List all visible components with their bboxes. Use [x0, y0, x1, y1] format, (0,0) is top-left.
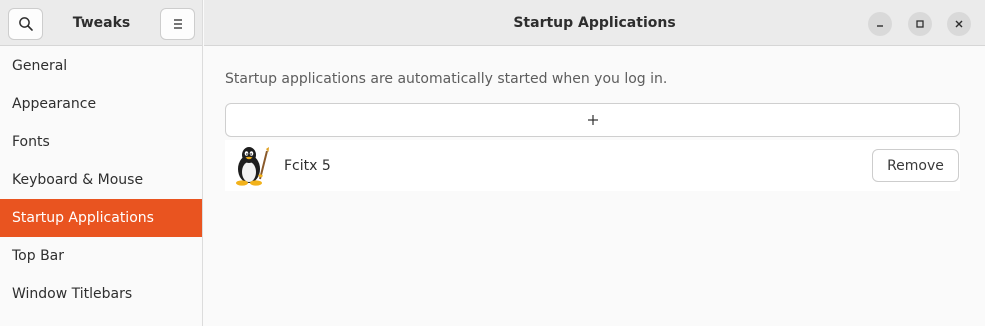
- sidebar-header: Tweaks: [0, 0, 202, 46]
- sidebar-item-top-bar[interactable]: Top Bar: [0, 237, 202, 275]
- search-icon: [18, 17, 33, 31]
- sidebar: Tweaks General Appearance Fonts Keyboard…: [0, 0, 203, 326]
- sidebar-item-fonts[interactable]: Fonts: [0, 123, 202, 161]
- add-startup-app-button[interactable]: [225, 103, 960, 137]
- tweaks-window: Tweaks General Appearance Fonts Keyboard…: [0, 0, 985, 326]
- sidebar-item-general[interactable]: General: [0, 47, 202, 85]
- sidebar-item-appearance[interactable]: Appearance: [0, 85, 202, 123]
- search-button[interactable]: [8, 8, 43, 40]
- startup-applications-panel: Startup applications are automatically s…: [204, 47, 985, 326]
- content-header: Startup Applications: [204, 0, 985, 46]
- minimize-button[interactable]: [868, 12, 892, 36]
- sidebar-item-keyboard-mouse[interactable]: Keyboard & Mouse: [0, 161, 202, 199]
- minimize-icon: [877, 25, 883, 27]
- tux-penguin-icon: [236, 147, 269, 186]
- close-button[interactable]: [947, 12, 971, 36]
- description-text: Startup applications are automatically s…: [225, 71, 668, 87]
- sidebar-title: Tweaks: [72, 15, 131, 31]
- main-menu-button[interactable]: [160, 8, 195, 40]
- maximize-button[interactable]: [908, 12, 932, 36]
- app-name: Fcitx 5: [284, 157, 331, 174]
- maximize-icon: [916, 20, 924, 28]
- plus-icon: [587, 115, 598, 125]
- sidebar-item-startup-applications[interactable]: Startup Applications: [0, 199, 202, 237]
- sidebar-nav: General Appearance Fonts Keyboard & Mous…: [0, 47, 202, 313]
- sidebar-item-window-titlebars[interactable]: Window Titlebars: [0, 275, 202, 313]
- remove-button[interactable]: Remove: [872, 149, 959, 182]
- startup-app-row: Fcitx 5 Remove: [225, 140, 960, 191]
- close-icon: [955, 20, 963, 28]
- hamburger-menu-icon: [173, 19, 182, 29]
